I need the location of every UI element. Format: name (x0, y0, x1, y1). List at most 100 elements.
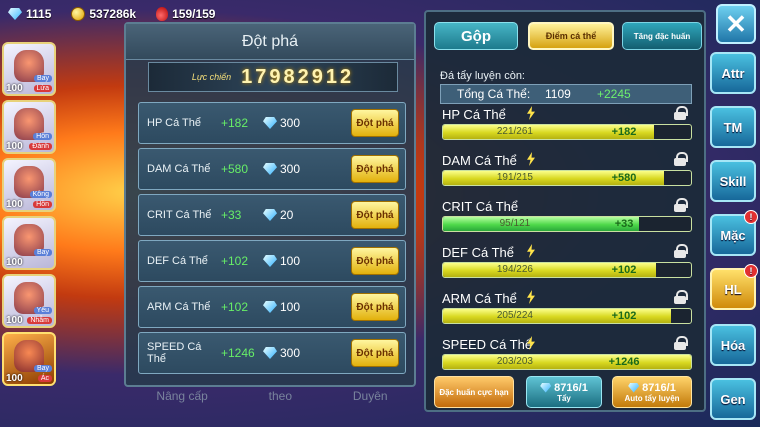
auto-wash-button[interactable]: 8716/1 Auto tẩy luyện (612, 376, 692, 408)
pet-level: 100 (6, 141, 23, 152)
pet-level: 100 (6, 373, 23, 384)
stat-name: DEF Cá Thể (442, 245, 515, 260)
stat-bonus: +182 (221, 116, 249, 130)
breakthrough-button[interactable]: Đột phá (351, 201, 399, 229)
pet-element-tag: Kông (29, 191, 52, 198)
pet-slot-selected[interactable]: Bay Ác 100 (2, 332, 56, 386)
stat-name: CRIT Cá Thể (147, 209, 212, 221)
nav-button-mặc[interactable]: Mặc! (710, 210, 758, 256)
breakthrough-panel: Đột phá Lực chiến 17982912 HP Cá Thể +18… (124, 22, 416, 403)
tab-special-training[interactable]: Tăng đặc huấn (622, 22, 702, 50)
action-label: Auto tẩy luyện (624, 393, 680, 403)
stat-bonus: +33 (221, 208, 242, 222)
lock-icon[interactable] (674, 152, 688, 166)
gold-value: 537286k (89, 7, 137, 21)
underlay-label: theo (268, 389, 293, 403)
stat-row: DEF Cá Thể 194/226 +102 (442, 244, 692, 278)
stat-bonus: +182 (611, 126, 637, 138)
underlay-label: Duyên (352, 389, 388, 403)
auto-wash-count-value: 8716/1 (642, 381, 676, 394)
nav-label: Gen (720, 391, 746, 407)
stat-row: DAM Cá Thể 191/215 +580 (442, 152, 692, 186)
nav-button-gen[interactable]: Gen (710, 378, 756, 420)
lock-icon[interactable] (674, 336, 688, 350)
extreme-training-button[interactable]: Đặc huấn cực hạn (434, 376, 514, 408)
stone-icon (628, 382, 640, 393)
total-value: 1109 (545, 87, 571, 101)
stat-progress-bar: 221/261 +182 (442, 124, 692, 140)
underlay-label: Nâng cấp (156, 389, 208, 403)
breakthrough-button[interactable]: Đột phá (351, 247, 399, 275)
stat-name: DEF Cá Thể (147, 255, 208, 267)
stone-icon (540, 382, 552, 393)
gem-icon (8, 8, 22, 20)
stat-current: 191/215 (496, 172, 533, 183)
stat-bonus: +1246 (608, 356, 640, 368)
stat-name: DAM Cá Thể (147, 163, 211, 175)
stat-row: ARM Cá Thể 205/224 +102 (442, 290, 692, 324)
pet-slot[interactable]: Bay Lửa 100 (2, 42, 56, 96)
diamond-icon (263, 347, 277, 359)
nav-label: TM (723, 119, 743, 135)
stat-bonus: +580 (221, 162, 249, 176)
stat-name: CRIT Cá Thể (442, 199, 519, 214)
pet-type-tag: Hồn (33, 201, 52, 208)
total-stats: Tổng Cá Thể: 1109 +2245 (440, 84, 692, 104)
wash-count-value: 8716/1 (554, 381, 588, 394)
breakthrough-button[interactable]: Đột phá (351, 155, 399, 183)
gold-coin-icon (71, 7, 86, 21)
stat-bonus: +1246 (221, 346, 255, 360)
breakthrough-button[interactable]: Đột phá (351, 339, 399, 367)
stat-name: ARM Cá Thể (147, 301, 211, 313)
wash-button[interactable]: 8716/1 Tẩy (526, 376, 602, 408)
pet-slot[interactable]: Kông Hồn 100 (2, 158, 56, 212)
lock-icon[interactable] (674, 106, 688, 120)
pet-slot[interactable]: Yêu Nhẫm 100 (2, 274, 56, 328)
diamond-icon (263, 163, 277, 175)
tab-individual-points[interactable]: Điểm cá thể (528, 22, 614, 50)
close-button[interactable]: ✕ (716, 4, 756, 44)
alert-badge: ! (744, 264, 758, 278)
nav-button-skill[interactable]: Skill (710, 160, 756, 202)
pet-slot[interactable]: Hồn Đánh 100 (2, 100, 56, 154)
nav-button-attr[interactable]: Attr (710, 52, 756, 94)
stat-bonus: +102 (221, 254, 249, 268)
stat-row: CRIT Cá Thể 95/121 +33 (442, 198, 692, 232)
stat-progress-bar: 95/121 +33 (442, 216, 692, 232)
breakthrough-row: CRIT Cá Thể +33 20 Đột phá (138, 194, 406, 236)
stat-bonus: +102 (221, 300, 249, 314)
nav-button-tm[interactable]: TM (710, 106, 756, 148)
breakthrough-button[interactable]: Đột phá (351, 109, 399, 137)
pet-type-tag: Nhẫm (27, 317, 52, 324)
stat-current: 203/203 (496, 356, 533, 367)
stat-bonus: +102 (611, 264, 637, 276)
nav-button-hóa[interactable]: Hóa (710, 324, 756, 366)
pet-element-tag: Bay (33, 75, 52, 82)
stat-name: DAM Cá Thể (442, 153, 517, 168)
lock-icon[interactable] (674, 290, 688, 304)
tab-merge[interactable]: Gộp (434, 22, 518, 50)
stat-progress-bar: 205/224 +102 (442, 308, 692, 324)
nav-label: Mặc (720, 227, 746, 243)
nav-label: HL (724, 281, 742, 297)
stat-cost: 300 (280, 346, 301, 360)
nav-button-hl[interactable]: HL! (710, 264, 758, 310)
pet-slot[interactable]: Bay 100 (2, 216, 56, 270)
lock-icon[interactable] (674, 198, 688, 212)
stat-current: 194/226 (496, 264, 533, 275)
lock-icon[interactable] (674, 244, 688, 258)
pet-level: 100 (6, 315, 23, 326)
diamond-icon (263, 117, 277, 129)
breakthrough-row: ARM Cá Thể +102 100 Đột phá (138, 286, 406, 328)
stamina-value: 159/159 (172, 7, 216, 21)
breakthrough-button[interactable]: Đột phá (351, 293, 399, 321)
diamond-icon (263, 255, 277, 267)
stat-name: ARM Cá Thể (442, 291, 517, 306)
stat-current: 95/121 (499, 218, 531, 229)
stat-bonus: +580 (611, 172, 637, 184)
pet-level: 100 (6, 83, 23, 94)
gem-counter: 1115 (8, 7, 51, 21)
stat-row: HP Cá Thể 221/261 +182 (442, 106, 692, 140)
stat-cost: 100 (280, 254, 301, 268)
pet-element-tag: Bay (33, 249, 52, 256)
